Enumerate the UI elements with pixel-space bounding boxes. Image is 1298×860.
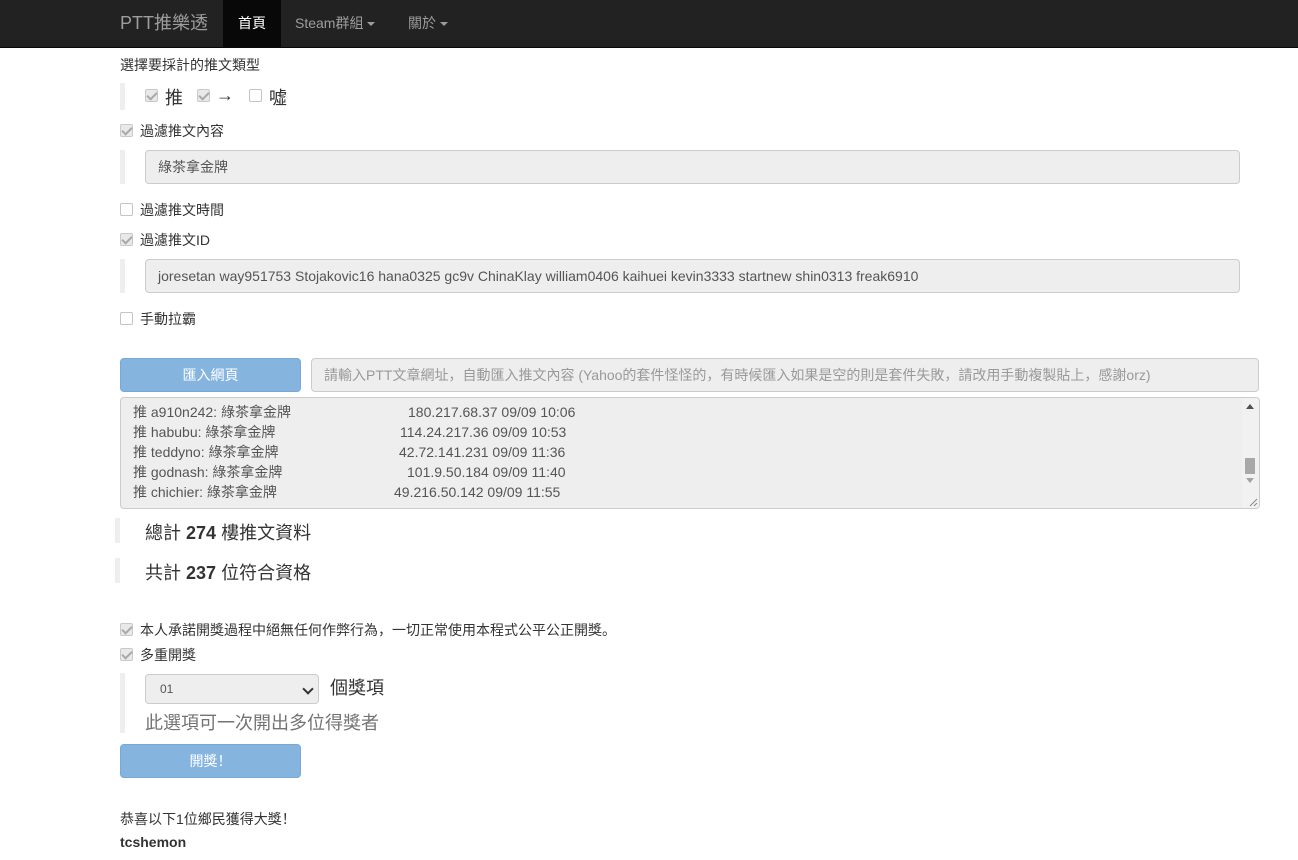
- push-content-textarea[interactable]: 推 a910n242: 綠茶拿金牌 180.217.68.37 09/09 10…: [120, 397, 1260, 509]
- push-text: 推 chichier: 綠茶拿金牌: [133, 484, 277, 500]
- filter-id-label: 過濾推文ID: [140, 232, 210, 248]
- multi-draw-checkbox[interactable]: [120, 648, 133, 661]
- qualified-count: 237: [186, 563, 217, 583]
- qualified-suffix: 位符合資格: [221, 563, 312, 583]
- manual-checkbox[interactable]: [120, 312, 133, 325]
- push-option-label: 推: [165, 88, 183, 108]
- result-message: 恭喜以下1位鄉民獲得大獎！: [120, 811, 296, 827]
- caret-down-icon: [440, 22, 448, 27]
- manual-label: 手動拉霸: [140, 311, 196, 327]
- push-text: 推 godnash: 綠茶拿金牌: [133, 464, 283, 480]
- push-type-label: 選擇要採計的推文類型: [120, 57, 260, 73]
- push-checkbox[interactable]: [145, 89, 158, 102]
- multi-draw-help: 此選項可一次開出多位得獎者: [145, 713, 379, 733]
- nav-steam-group[interactable]: Steam群組: [295, 0, 376, 48]
- nav-home[interactable]: 首頁: [223, 0, 281, 48]
- arrow-checkbox[interactable]: [197, 89, 210, 102]
- scroll-up-arrow-icon[interactable]: [1246, 404, 1254, 409]
- push-meta: 180.217.68.37 09/09 10:06: [408, 404, 576, 420]
- total-suffix: 樓推文資料: [221, 523, 312, 543]
- pledge-checkbox[interactable]: [120, 623, 133, 636]
- prize-count-suffix: 個獎項: [330, 678, 384, 698]
- total-prefix: 總計: [145, 523, 181, 543]
- multi-draw-group: [120, 673, 125, 733]
- url-input[interactable]: 請輸入PTT文章網址，自動匯入推文內容 (Yahoo的套件怪怪的，有時候匯入如果…: [311, 358, 1259, 392]
- qualified-stat-bar: [115, 558, 120, 583]
- prize-count-select[interactable]: 01: [145, 674, 319, 704]
- total-stat-bar: [115, 518, 120, 543]
- multi-draw-label: 多重開獎: [140, 647, 196, 663]
- filter-id-input[interactable]: joresetan way951753 Stojakovic16 hana032…: [145, 259, 1240, 293]
- filter-content-checkbox[interactable]: [120, 124, 133, 137]
- filter-id-group: [120, 259, 125, 293]
- navbar: PTT推樂透 首頁 Steam群組 關於: [0, 0, 1298, 48]
- import-button[interactable]: 匯入網頁: [120, 358, 301, 392]
- qualified-prefix: 共計: [145, 563, 181, 583]
- nav-steam-group-label: Steam群組: [295, 15, 364, 31]
- textarea-scrollbar[interactable]: [1242, 398, 1259, 508]
- nav-about[interactable]: 關於: [408, 0, 448, 48]
- boo-checkbox[interactable]: [249, 89, 262, 102]
- qualified-stat: 共計 237 位符合資格: [145, 559, 311, 585]
- filter-content-input[interactable]: 綠茶拿金牌: [145, 150, 1240, 184]
- arrow-option-label: →: [216, 85, 234, 105]
- boo-option-label: 噓: [269, 88, 287, 108]
- prize-count-value: 01: [160, 682, 174, 696]
- draw-button[interactable]: 開獎！: [120, 744, 301, 778]
- scroll-thumb[interactable]: [1245, 458, 1255, 474]
- push-text: 推 teddyno: 綠茶拿金牌: [133, 444, 279, 460]
- caret-down-icon: [367, 22, 376, 27]
- push-meta: 42.72.141.231 09/09 11:36: [399, 444, 566, 460]
- push-meta: 49.216.50.142 09/09 11:55: [394, 484, 561, 500]
- chevron-down-icon: [302, 683, 314, 695]
- nav-about-label: 關於: [408, 15, 436, 31]
- winner-name: tcshemon: [120, 834, 187, 850]
- filter-id-checkbox[interactable]: [120, 233, 133, 246]
- total-stat: 總計 274 樓推文資料: [145, 519, 311, 545]
- pledge-label: 本人承諾開獎過程中絕無任何作弊行為，一切正常使用本程式公平公正開獎。: [140, 622, 616, 638]
- push-meta: 101.9.50.184 09/09 11:40: [407, 464, 566, 480]
- filter-time-label: 過濾推文時間: [140, 202, 224, 218]
- push-text: 推 a910n242: 綠茶拿金牌: [133, 404, 291, 420]
- scroll-down-arrow-icon[interactable]: [1246, 478, 1254, 483]
- brand-link[interactable]: PTT推樂透: [120, 0, 208, 48]
- filter-time-checkbox[interactable]: [120, 203, 133, 216]
- push-type-group: [120, 83, 125, 110]
- resize-grip-icon[interactable]: [1248, 497, 1258, 507]
- filter-content-label: 過濾推文內容: [140, 123, 224, 139]
- total-count: 274: [186, 523, 217, 543]
- push-meta: 114.24.217.36 09/09 10:53: [400, 424, 567, 440]
- filter-content-group: [120, 150, 125, 184]
- push-text: 推 habubu: 綠茶拿金牌: [133, 424, 276, 440]
